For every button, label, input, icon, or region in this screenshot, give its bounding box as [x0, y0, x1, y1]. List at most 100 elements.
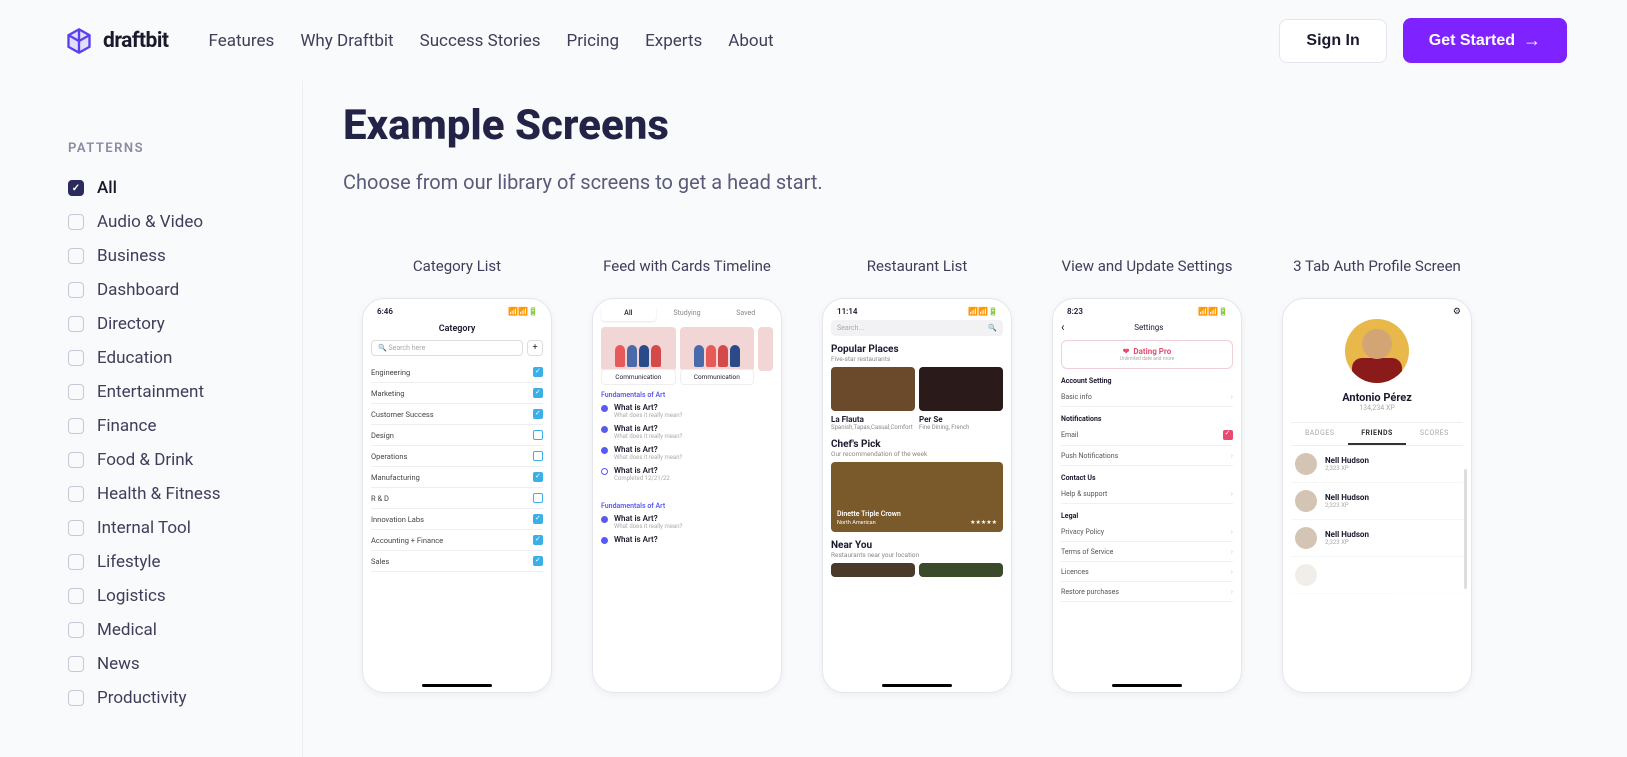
screen-card[interactable]: Feed with Cards Timeline All Studying Sa…	[573, 244, 801, 693]
search-input: 🔍 Search here	[371, 340, 523, 356]
gear-icon: ⚙	[1453, 307, 1461, 317]
category-row: R & D	[371, 488, 543, 509]
search-placeholder: Search...	[837, 324, 864, 332]
sidebar-item-label: News	[97, 654, 140, 674]
sidebar-item-logistics[interactable]: Logistics	[68, 586, 302, 606]
friend-xp: 2,323 XP	[1325, 465, 1369, 472]
sidebar-item-education[interactable]: Education	[68, 348, 302, 368]
restaurant-tags: Spanish,Tapas,Casual,Comfort	[831, 424, 915, 431]
logo-text: draftbit	[103, 29, 169, 53]
item-sub: What does it really mean?	[614, 454, 682, 461]
sidebar-item-label: Internal Tool	[97, 518, 191, 538]
restaurant-name: Per Se	[919, 415, 1003, 424]
home-indicator	[1112, 684, 1182, 687]
section-heading: Chef's Pick	[831, 439, 1003, 450]
friend-row: Nell Hudson2,323 XP	[1291, 520, 1463, 557]
logo[interactable]: draftbit	[65, 27, 169, 55]
tab-all: All	[601, 305, 656, 321]
settings-row: Restore purchases	[1061, 588, 1119, 596]
nav-why[interactable]: Why Draftbit	[300, 31, 393, 51]
friend-row	[1291, 557, 1463, 594]
page-subtitle: Choose from our library of screens to ge…	[343, 170, 1627, 194]
sidebar: PATTERNS AllAudio & VideoBusinessDashboa…	[0, 81, 303, 757]
sidebar-item-label: Entertainment	[97, 382, 204, 402]
chevron-right-icon: ›	[1231, 547, 1233, 556]
sidebar-item-lifestyle[interactable]: Lifestyle	[68, 552, 302, 572]
main-content: Example Screens Choose from our library …	[303, 81, 1627, 757]
add-button: +	[527, 340, 543, 356]
screen-card[interactable]: Restaurant List 11:14📶 📶 🔋 Search...🔍 Po…	[803, 244, 1031, 693]
signin-button[interactable]: Sign In	[1279, 19, 1386, 63]
sidebar-item-medical[interactable]: Medical	[68, 620, 302, 640]
sidebar-item-label: Food & Drink	[97, 450, 193, 470]
nav-success[interactable]: Success Stories	[420, 31, 541, 51]
sidebar-item-directory[interactable]: Directory	[68, 314, 302, 334]
home-indicator	[882, 684, 952, 687]
friend-xp: 2,323 XP	[1325, 502, 1369, 509]
settings-row: Help & support	[1061, 490, 1107, 498]
status-icons: 📶 📶 🔋	[1198, 307, 1227, 316]
chip: Communication	[680, 369, 755, 385]
card-title: Category List	[403, 244, 511, 288]
section-sub: Five-star restaurants	[831, 355, 1003, 363]
avatar	[1345, 319, 1409, 383]
scrollbar	[1464, 469, 1467, 589]
screen-card[interactable]: View and Update Settings 8:23📶 📶 🔋 ‹Sett…	[1033, 244, 1261, 693]
page-title: Example Screens	[343, 101, 1627, 150]
chevron-right-icon: ›	[1231, 527, 1233, 536]
tab-scores: SCORES	[1406, 423, 1463, 445]
friend-name: Nell Hudson	[1325, 456, 1369, 465]
home-indicator	[422, 684, 492, 687]
checkbox-icon	[68, 282, 84, 298]
checkbox-icon	[68, 214, 84, 230]
phone-preview: 6:46📶 📶 🔋 Category 🔍 Search here + Engin…	[362, 298, 552, 693]
profile-name: Antonio Pérez	[1291, 391, 1463, 404]
search-placeholder: Search here	[388, 344, 425, 352]
nav-pricing[interactable]: Pricing	[567, 31, 620, 51]
sidebar-item-health-fitness[interactable]: Health & Fitness	[68, 484, 302, 504]
chip: Communication	[601, 369, 676, 385]
checkbox-icon	[68, 350, 84, 366]
section-sub: Our recommendation of the week	[831, 450, 1003, 458]
profile-xp: 134,234 XP	[1291, 404, 1463, 412]
brand-icon: ❤ Dating Pro	[1123, 347, 1172, 356]
sidebar-item-label: Dashboard	[97, 280, 179, 300]
nav-features[interactable]: Features	[209, 31, 275, 51]
chevron-right-icon: ›	[1231, 567, 1233, 576]
sidebar-item-food-drink[interactable]: Food & Drink	[68, 450, 302, 470]
checkbox-icon	[68, 622, 84, 638]
sidebar-item-productivity[interactable]: Productivity	[68, 688, 302, 708]
overlay-sub: North American	[837, 520, 876, 526]
sidebar-item-internal-tool[interactable]: Internal Tool	[68, 518, 302, 538]
friend-row: Nell Hudson2,323 XP	[1291, 483, 1463, 520]
tab-badges: BADGES	[1291, 423, 1348, 445]
screen-card[interactable]: Category List 6:46📶 📶 🔋 Category 🔍 Searc…	[343, 244, 571, 693]
settings-row: Licences	[1061, 568, 1089, 576]
settings-row: Privacy Policy	[1061, 528, 1104, 536]
item-sub: What does it really mean?	[614, 412, 682, 419]
sidebar-item-news[interactable]: News	[68, 654, 302, 674]
sidebar-item-label: Productivity	[97, 688, 187, 708]
screen-card[interactable]: 3 Tab Auth Profile Screen ⚙ Antonio Pére…	[1263, 244, 1491, 693]
friend-name: Nell Hudson	[1325, 493, 1369, 502]
checkbox-icon	[68, 384, 84, 400]
main-nav: Features Why Draftbit Success Stories Pr…	[209, 31, 774, 51]
category-row: Sales	[371, 551, 543, 572]
sidebar-item-entertainment[interactable]: Entertainment	[68, 382, 302, 402]
item-title: What is Art?	[614, 535, 658, 544]
sidebar-item-audio-video[interactable]: Audio & Video	[68, 212, 302, 232]
nav-experts[interactable]: Experts	[645, 31, 702, 51]
phone-preview: ⚙ Antonio Pérez 134,234 XP BADGES FRIEND…	[1282, 298, 1472, 693]
checkbox-icon	[68, 418, 84, 434]
sidebar-item-all[interactable]: All	[68, 178, 302, 198]
nav-about[interactable]: About	[728, 31, 773, 51]
sidebar-item-business[interactable]: Business	[68, 246, 302, 266]
checkbox-icon	[68, 554, 84, 570]
card-title: 3 Tab Auth Profile Screen	[1283, 244, 1471, 288]
sidebar-item-finance[interactable]: Finance	[68, 416, 302, 436]
sidebar-item-dashboard[interactable]: Dashboard	[68, 280, 302, 300]
phone-heading: Settings	[1065, 323, 1233, 332]
rating-stars: ★★★★★	[970, 519, 997, 526]
getstarted-button[interactable]: Get Started →	[1403, 18, 1567, 63]
category-row: Manufacturing	[371, 467, 543, 488]
